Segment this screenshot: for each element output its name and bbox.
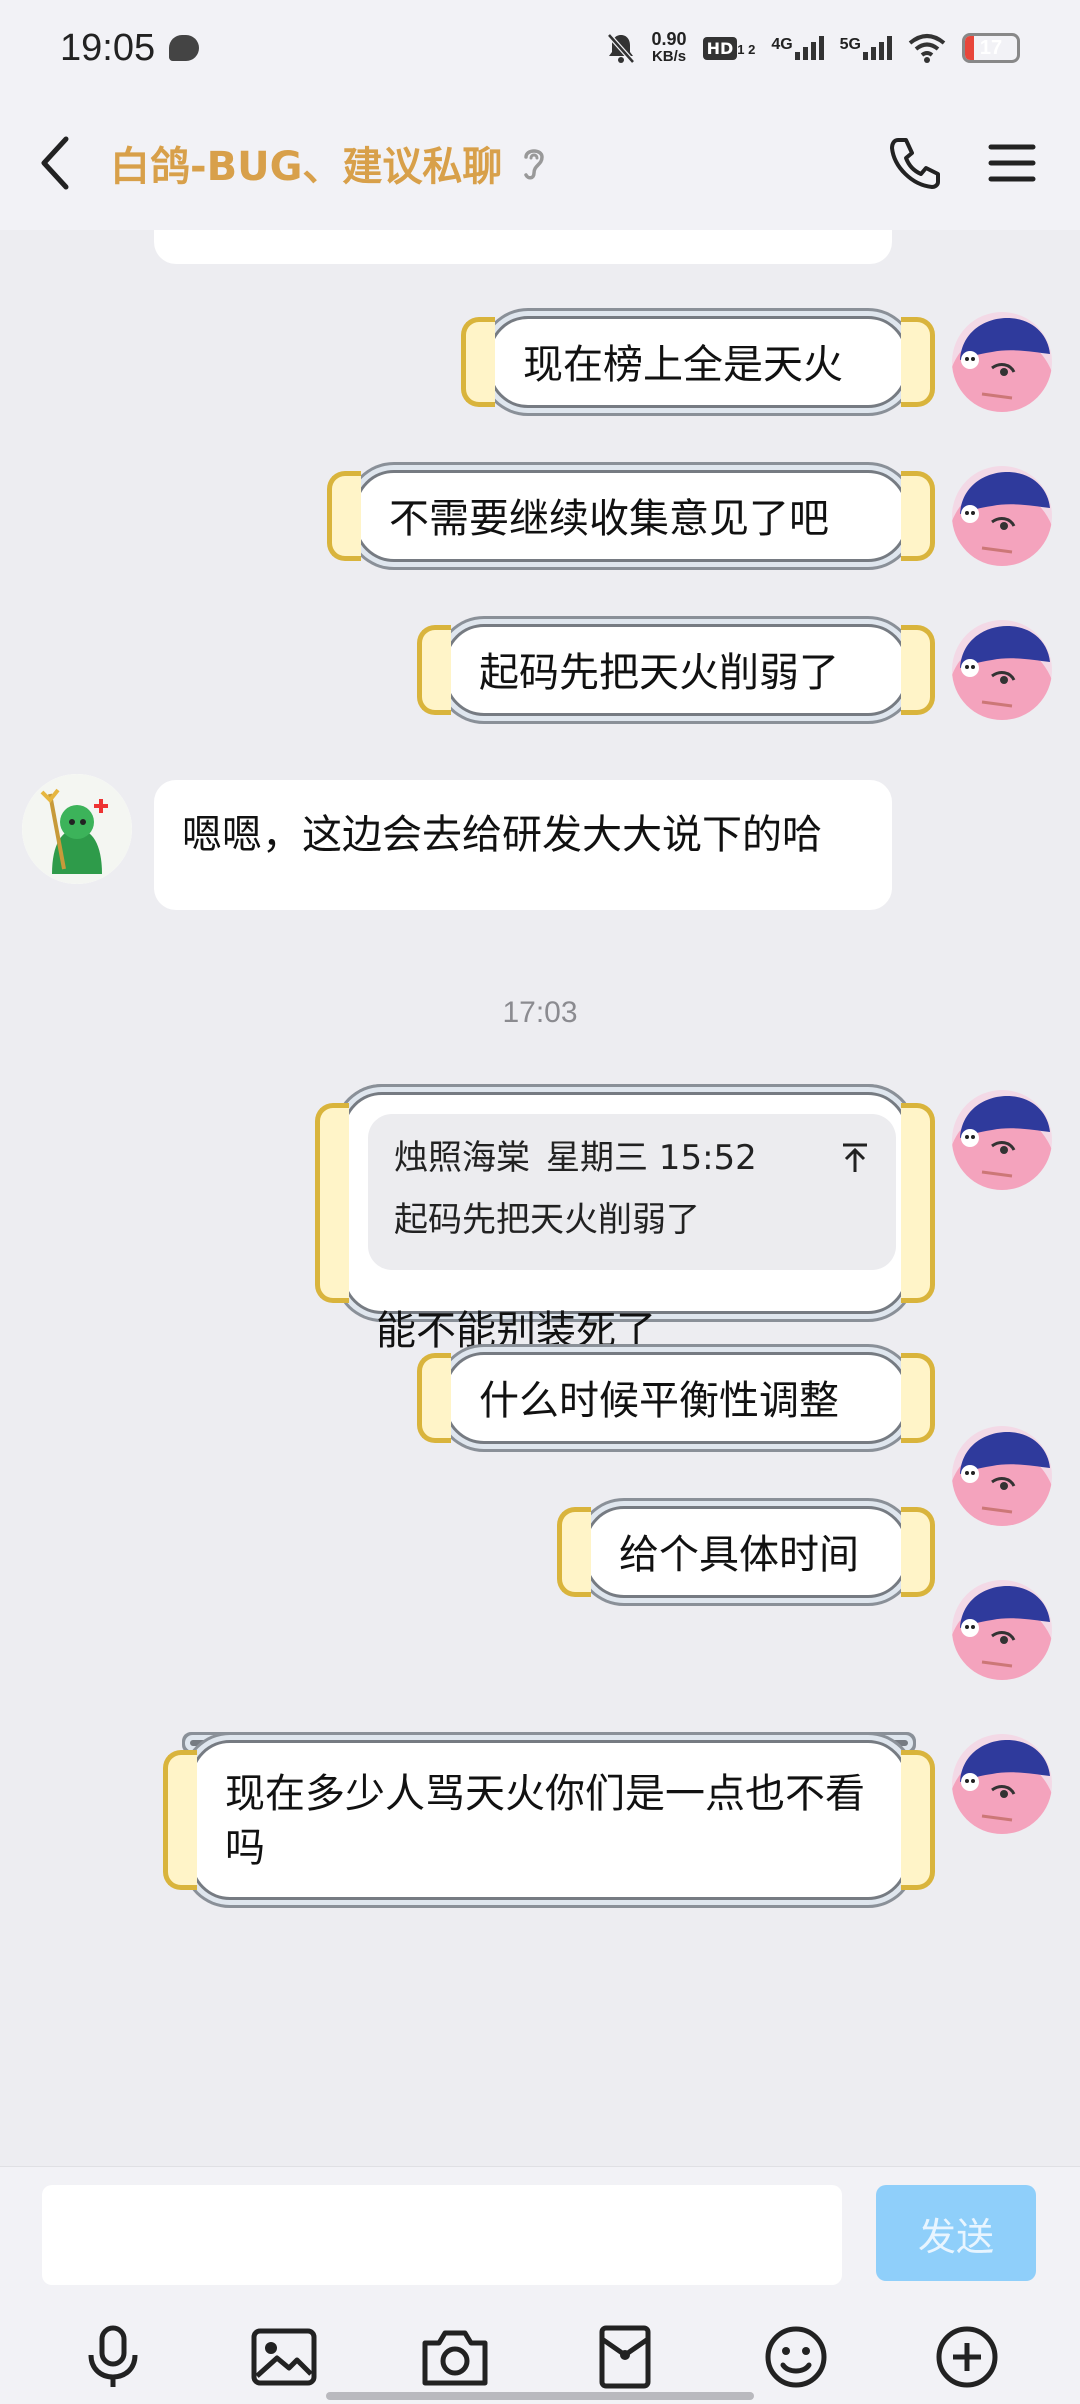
signal-4g-label: 4G: [771, 36, 793, 53]
message-bubble-clipped: [154, 230, 892, 264]
image-icon[interactable]: [244, 2317, 324, 2397]
bubble-ornament: [557, 1507, 591, 1597]
hd-sub: 1 2: [737, 41, 756, 57]
chat-header: 白鸽-BUG、建议私聊: [0, 96, 1080, 230]
message-text: 能不能别装死了: [376, 1308, 656, 1354]
bubble-ornament: [417, 625, 451, 715]
status-time: 19:05: [60, 26, 156, 69]
message-text: 什么时候平衡性调整: [479, 1378, 839, 1424]
user-avatar[interactable]: [952, 312, 1052, 412]
battery-fill: [965, 36, 974, 60]
bubble-ornament: [163, 1750, 197, 1890]
signal-bars-icon: [863, 36, 892, 60]
signal-4g: 4G: [771, 36, 824, 60]
chat-title[interactable]: 白鸽-BUG、建议私聊: [110, 134, 502, 192]
microphone-icon[interactable]: [73, 2317, 153, 2397]
network-speed: 0.90 KB/s: [652, 30, 687, 66]
message-text: 现在多少人骂天火你们是一点也不看吗: [225, 1771, 865, 1871]
camera-icon[interactable]: [415, 2317, 495, 2397]
quote-author: 烛照海棠: [394, 1138, 530, 1178]
message-bubble-sent[interactable]: 现在多少人骂天火你们是一点也不看吗: [163, 1740, 935, 1900]
signal-5g: 5G: [840, 36, 892, 60]
message-bubble-sent[interactable]: 给个具体时间: [557, 1506, 935, 1598]
bubble-ornament: [901, 471, 935, 561]
user-avatar[interactable]: [952, 1734, 1052, 1834]
bubble-ornament: [461, 317, 495, 407]
message-bubble-sent[interactable]: 起码先把天火削弱了: [417, 624, 935, 716]
emoji-icon[interactable]: [756, 2317, 836, 2397]
user-avatar[interactable]: [952, 466, 1052, 566]
bubble-ornament: [901, 625, 935, 715]
message-text: 给个具体时间: [619, 1532, 859, 1578]
back-arrow-icon: [41, 136, 69, 190]
mute-icon: [606, 33, 635, 64]
jump-to-original-icon[interactable]: [840, 1142, 870, 1174]
message-bubble-sent[interactable]: 不需要继续收集意见了吧: [327, 470, 935, 562]
user-avatar[interactable]: [952, 1090, 1052, 1190]
message-list[interactable]: 现在榜上全是天火 不需要继续收集意见了吧 起码先把天火削弱了 嗯嗯，这边会去给研…: [0, 230, 1080, 2166]
message-text: 嗯嗯，这边会去给研发大大说下的哈: [182, 812, 822, 858]
message-text: 起码先把天火削弱了: [479, 650, 839, 696]
header-actions: [888, 136, 1036, 190]
bubble-ornament: [901, 1507, 935, 1597]
contact-avatar[interactable]: [22, 774, 132, 884]
message-text: 不需要继续收集意见了吧: [389, 496, 829, 542]
network-speed-unit: KB/s: [651, 48, 687, 65]
wifi-icon: [908, 34, 946, 63]
composer-toolbar: [0, 2317, 1080, 2397]
bubble-ornament: [327, 471, 361, 561]
quote-text: 起码先把天火削弱了: [394, 1200, 700, 1240]
quote-header: 烛照海棠 星期三 15:52: [394, 1134, 870, 1182]
message-text: 现在榜上全是天火: [523, 342, 843, 388]
battery-icon: 17: [962, 33, 1020, 63]
hd-label: HD: [702, 36, 738, 60]
red-packet-icon[interactable]: [585, 2317, 665, 2397]
signal-5g-label: 5G: [839, 36, 861, 53]
status-icons: 0.90 KB/s HD 1 2 4G 5G 17: [606, 30, 1020, 66]
signal-bars-icon: [794, 36, 824, 60]
bubble-ornament: [901, 1103, 935, 1303]
back-button[interactable]: [0, 96, 110, 230]
bubble-ornament: [901, 317, 935, 407]
battery-level: 17: [979, 36, 1003, 59]
phone-call-icon[interactable]: [888, 136, 942, 190]
composer: 发送: [0, 2166, 1080, 2404]
home-indicator[interactable]: [326, 2392, 754, 2400]
network-speed-value: 0.90: [651, 29, 687, 49]
message-bubble-sent[interactable]: 现在榜上全是天火: [461, 316, 935, 408]
message-bubble-sent[interactable]: 什么时候平衡性调整: [417, 1352, 935, 1444]
quote-time: 星期三 15:52: [546, 1138, 757, 1178]
status-bar: 19:05 0.90 KB/s HD 1 2 4G 5G 17: [0, 0, 1080, 96]
plus-icon[interactable]: [927, 2317, 1007, 2397]
user-avatar[interactable]: [952, 1426, 1052, 1526]
quoted-message[interactable]: 烛照海棠 星期三 15:52 起码先把天火削弱了: [368, 1114, 896, 1270]
message-input[interactable]: [42, 2185, 842, 2285]
bubble-ornament: [315, 1103, 349, 1303]
menu-icon[interactable]: [988, 141, 1036, 185]
bubble-ornament: [901, 1750, 935, 1890]
earpiece-icon[interactable]: [520, 143, 548, 183]
message-bubble-received[interactable]: 嗯嗯，这边会去给研发大大说下的哈: [154, 780, 892, 910]
time-divider: 17:03: [502, 996, 578, 1029]
send-button[interactable]: 发送: [876, 2185, 1036, 2281]
bubble-ornament: [417, 1353, 451, 1443]
message-notification-icon: [169, 35, 200, 61]
hd-badge: HD 1 2: [702, 36, 756, 60]
user-avatar[interactable]: [952, 1580, 1052, 1680]
bubble-ornament: [901, 1353, 935, 1443]
user-avatar[interactable]: [952, 620, 1052, 720]
